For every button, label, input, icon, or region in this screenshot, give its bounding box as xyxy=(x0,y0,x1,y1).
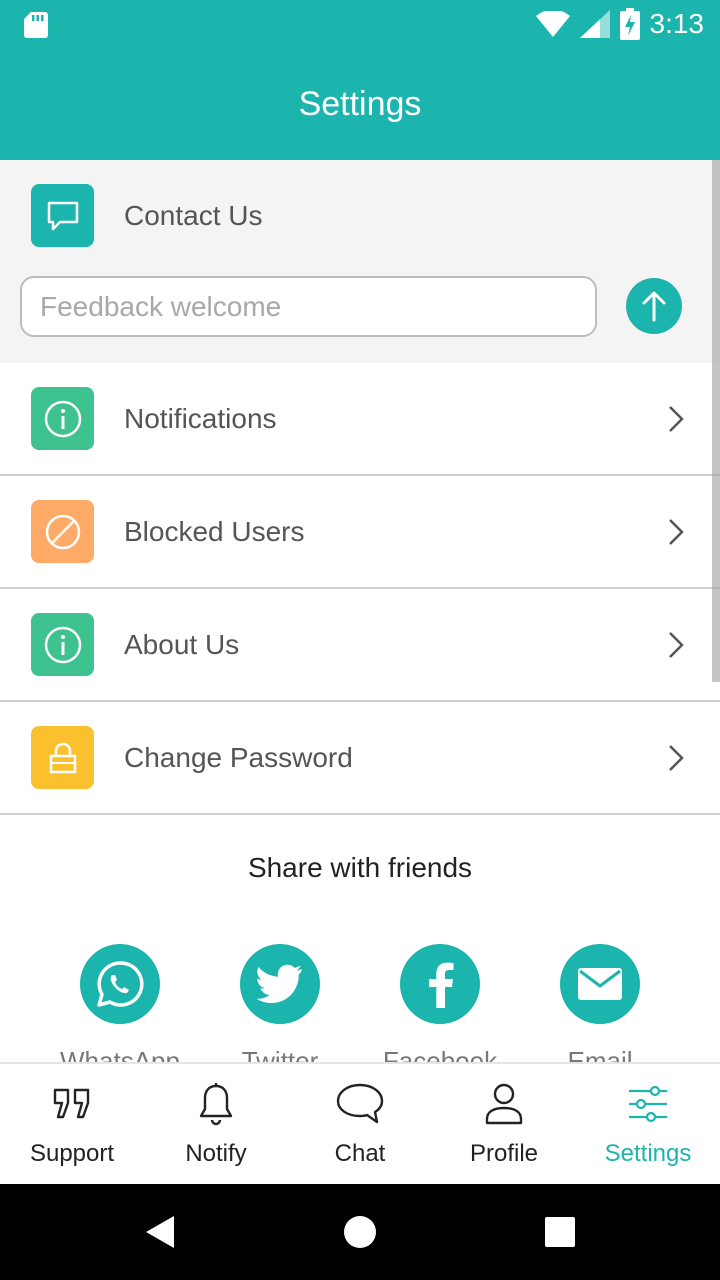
chevron-right-icon xyxy=(669,405,684,432)
chat-bubble-icon xyxy=(31,184,94,247)
chevron-right-icon xyxy=(669,518,684,545)
recents-square-icon xyxy=(545,1217,575,1247)
send-feedback-button[interactable] xyxy=(626,278,682,334)
info-icon xyxy=(31,387,94,450)
whatsapp-icon xyxy=(80,944,160,1024)
bottom-nav: Support Notify Chat Profile Settings xyxy=(0,1062,720,1184)
nav-label: Support xyxy=(29,1140,115,1167)
share-whatsapp-button[interactable]: WhatsApp xyxy=(40,944,200,1062)
quote-icon xyxy=(52,1080,92,1128)
facebook-icon xyxy=(400,944,480,1024)
wifi-icon xyxy=(535,11,570,37)
share-facebook-button[interactable]: Facebook xyxy=(360,944,520,1062)
menu-item-label: About Us xyxy=(124,628,240,660)
nav-label: Notify xyxy=(185,1140,247,1167)
twitter-icon xyxy=(240,944,320,1024)
nav-tab-chat[interactable]: Chat xyxy=(288,1064,432,1184)
block-icon xyxy=(31,500,94,563)
back-triangle-icon xyxy=(146,1216,174,1248)
info-icon xyxy=(31,613,94,676)
chevron-right-icon xyxy=(669,744,684,771)
share-label: Twitter xyxy=(241,1046,319,1062)
email-icon xyxy=(560,944,640,1024)
menu-item-label: Change Password xyxy=(124,741,353,773)
feedback-input[interactable] xyxy=(20,276,597,337)
nav-label: Profile xyxy=(469,1140,539,1167)
menu-item-blocked-users[interactable]: Blocked Users xyxy=(0,476,720,589)
signal-icon xyxy=(579,10,610,38)
battery-charging-icon xyxy=(619,8,640,40)
nav-tab-settings[interactable]: Settings xyxy=(576,1064,720,1184)
page-title: Settings xyxy=(298,84,422,123)
nav-tab-profile[interactable]: Profile xyxy=(432,1064,576,1184)
home-circle-icon xyxy=(344,1216,376,1248)
sd-card-icon xyxy=(24,12,48,38)
menu-item-notifications[interactable]: Notifications xyxy=(0,363,720,476)
sliders-icon xyxy=(627,1080,669,1128)
home-button[interactable] xyxy=(312,1184,408,1280)
share-row: WhatsApp Twitter Facebook Email xyxy=(0,944,720,1062)
share-title: Share with friends xyxy=(247,852,473,883)
menu-item-label: Blocked Users xyxy=(124,515,305,547)
back-button[interactable] xyxy=(112,1184,208,1280)
lock-icon xyxy=(31,726,94,789)
share-twitter-button[interactable]: Twitter xyxy=(200,944,360,1062)
nav-label: Settings xyxy=(604,1140,692,1167)
menu-item-label: Notifications xyxy=(124,402,277,434)
share-label: WhatsApp xyxy=(60,1046,180,1062)
share-email-button[interactable]: Email xyxy=(520,944,680,1062)
scrollbar[interactable] xyxy=(712,160,720,682)
menu-item-about-us[interactable]: About Us xyxy=(0,589,720,702)
menu-item-change-password[interactable]: Change Password xyxy=(0,702,720,815)
status-time: 3:13 xyxy=(649,8,705,39)
nav-tab-support[interactable]: Support xyxy=(0,1064,144,1184)
nav-tab-notify[interactable]: Notify xyxy=(144,1064,288,1184)
share-label: Email xyxy=(567,1046,633,1062)
contact-us-row[interactable]: Contact Us xyxy=(31,184,263,247)
status-icons: 3:13 xyxy=(535,0,705,48)
contact-section: Contact Us xyxy=(0,160,720,363)
chevron-right-icon xyxy=(669,631,684,658)
person-icon xyxy=(484,1080,524,1128)
status-bar: 3:13 xyxy=(0,0,720,48)
chat-bubble-icon xyxy=(335,1080,385,1128)
recents-button[interactable] xyxy=(512,1184,608,1280)
system-nav-bar xyxy=(0,1184,720,1280)
nav-label: Chat xyxy=(334,1140,386,1167)
app-bar: Settings xyxy=(0,48,720,160)
settings-menu: Notifications Blocked Users About Us Cha… xyxy=(0,363,720,815)
arrow-up-icon xyxy=(642,291,666,322)
contact-us-label: Contact Us xyxy=(124,199,263,231)
bell-icon xyxy=(198,1080,234,1128)
share-label: Facebook xyxy=(382,1046,498,1062)
